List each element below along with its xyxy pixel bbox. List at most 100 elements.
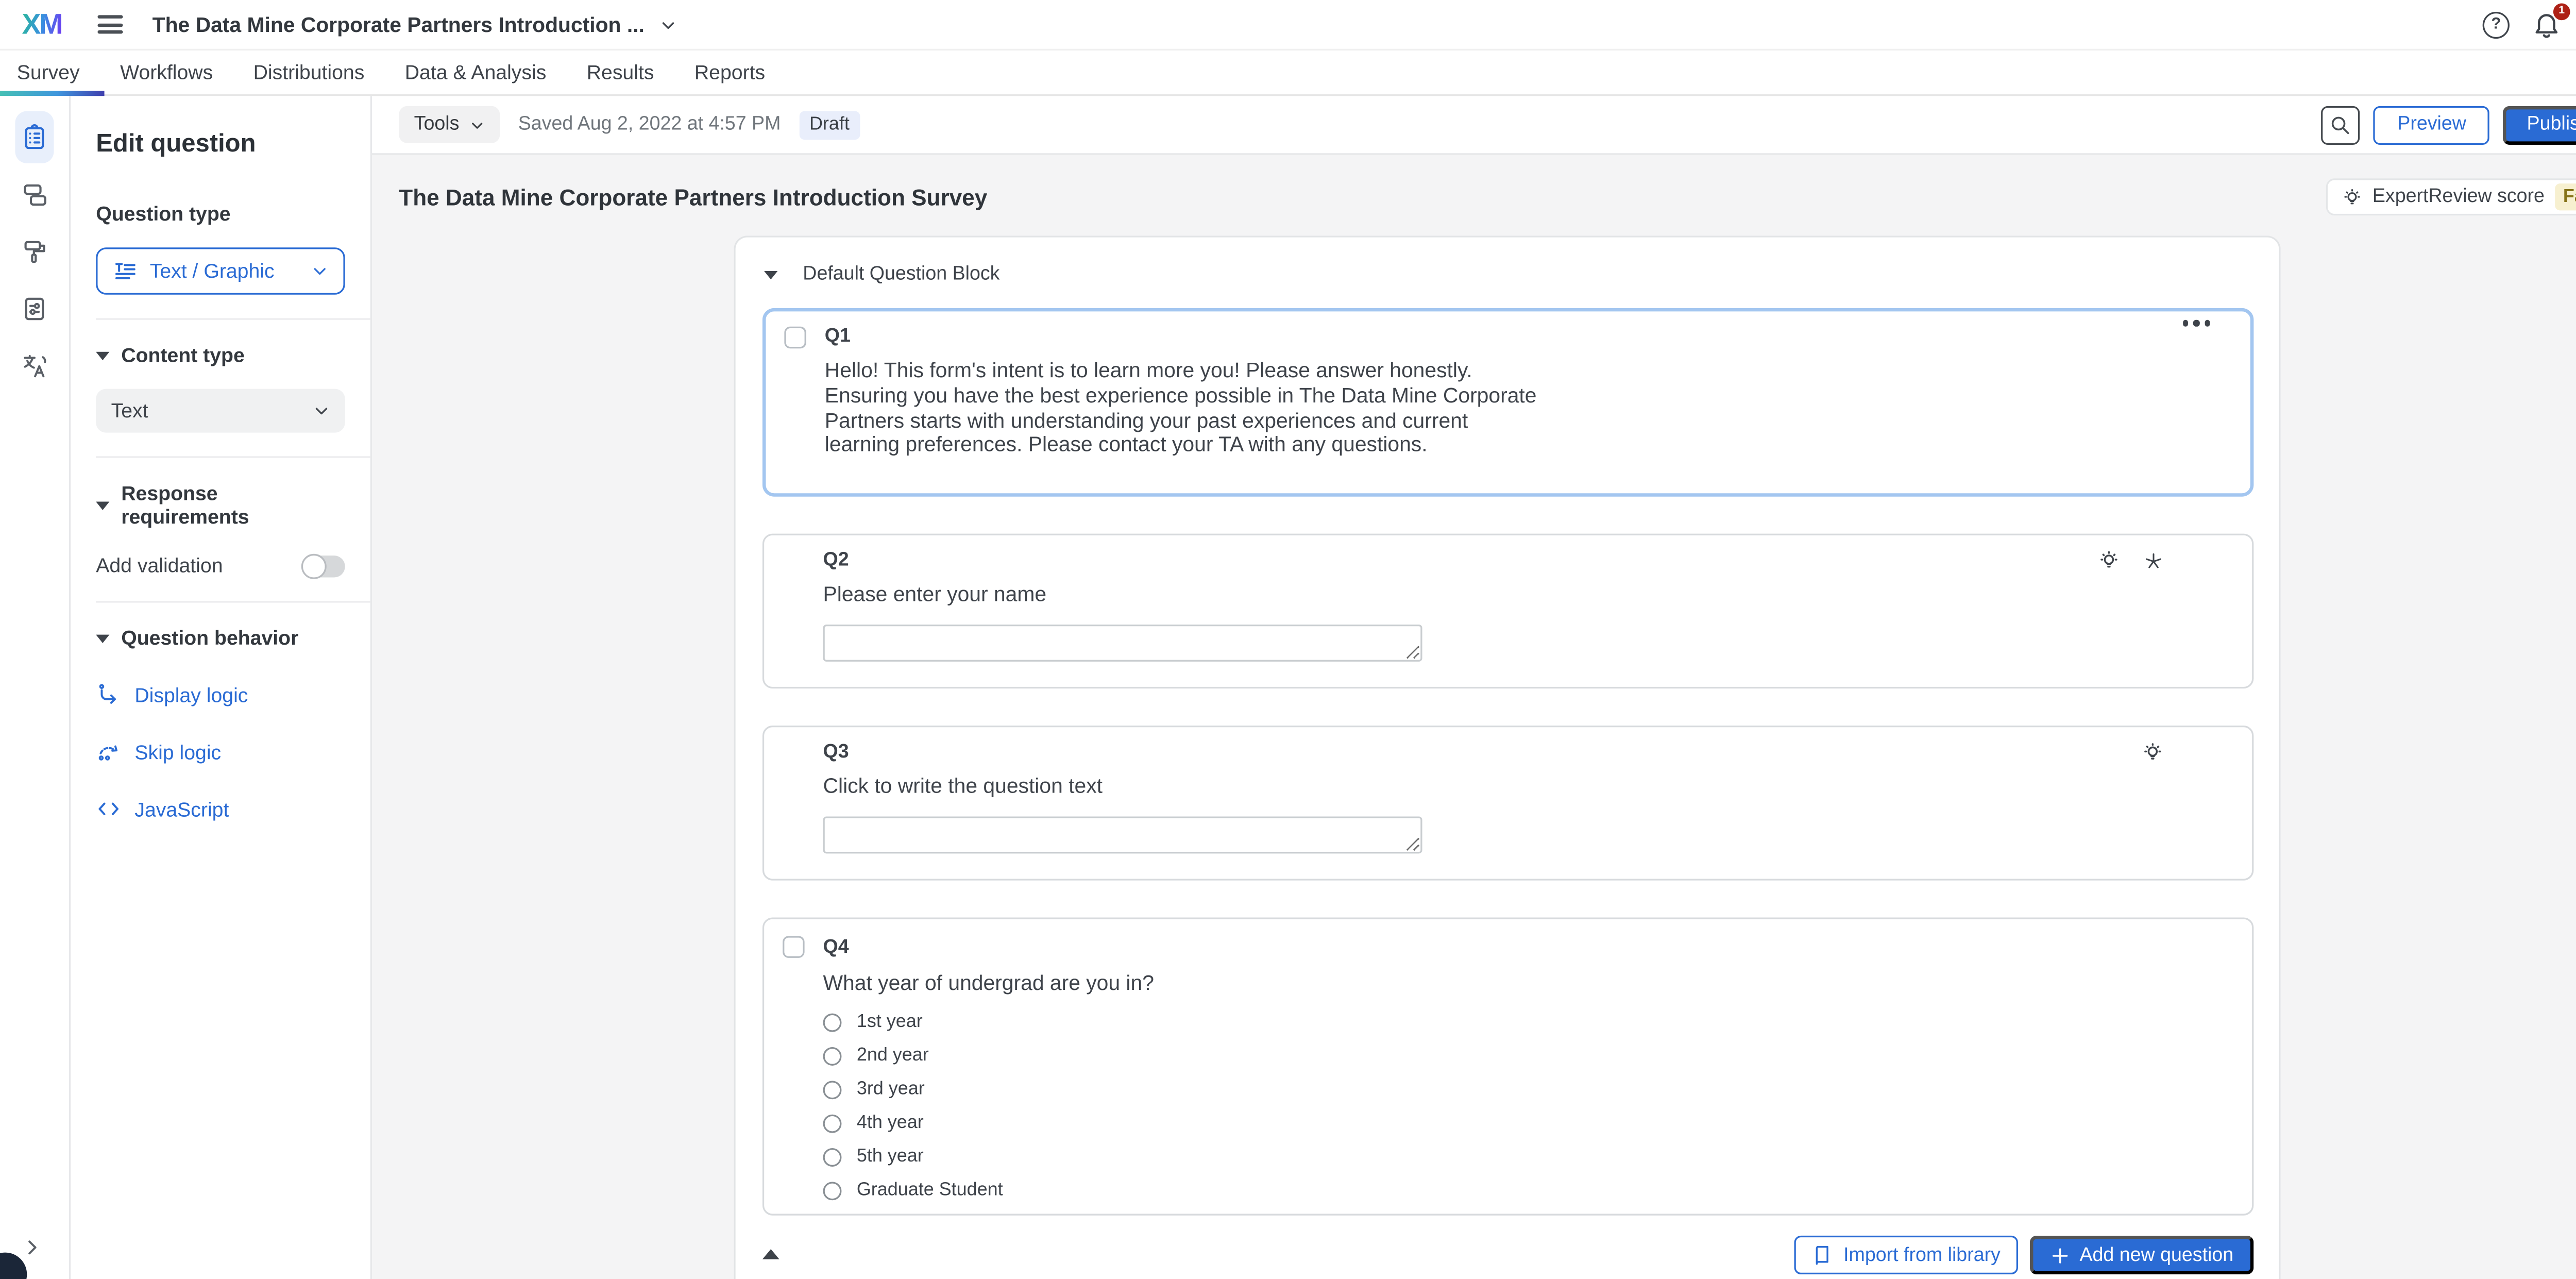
add-validation-toggle[interactable] (303, 554, 345, 576)
active-tab-underline (0, 90, 105, 96)
lightbulb-icon[interactable] (2141, 741, 2164, 764)
radio-icon[interactable] (823, 1013, 842, 1031)
expand-panel-chevron-icon[interactable] (22, 1236, 42, 1259)
main-nav: Survey Workflows Distributions Data & An… (0, 51, 2576, 96)
book-icon (1811, 1244, 1833, 1266)
block-collapse-triangle-icon (764, 270, 777, 278)
question-type-select[interactable]: Text / Graphic (96, 247, 345, 294)
lightbulb-icon[interactable] (2097, 549, 2121, 573)
radio-option[interactable]: 5th year (823, 1147, 1003, 1167)
radio-option[interactable]: Graduate Student (823, 1180, 1003, 1200)
content-type-heading[interactable]: Content type (96, 343, 345, 367)
question-checkbox[interactable] (783, 936, 804, 957)
radio-icon[interactable] (823, 1046, 842, 1065)
publish-button[interactable]: Publish (2503, 105, 2576, 144)
response-requirements-heading[interactable]: Response requirements (96, 481, 345, 528)
radio-option[interactable]: 1st year (823, 1012, 1003, 1032)
question-card-q2[interactable]: Q2 Please enter your name (762, 534, 2253, 689)
skip-logic-link[interactable]: Skip logic (96, 739, 345, 764)
radio-option[interactable]: 3rd year (823, 1079, 1003, 1099)
answer-text-input[interactable] (823, 625, 1422, 662)
expert-review-score-badge: Fair (2555, 183, 2576, 210)
panel-divider (96, 456, 370, 458)
tools-dropdown[interactable]: Tools (399, 106, 500, 143)
question-card-q4[interactable]: Q4 What year of undergrad are you in? 1s… (762, 917, 2253, 1215)
javascript-link[interactable]: JavaScript (96, 796, 345, 821)
radio-icon[interactable] (823, 1181, 842, 1200)
question-checkbox[interactable] (784, 327, 806, 348)
radio-option[interactable]: 4th year (823, 1113, 1003, 1133)
question-text[interactable]: Please enter your name (823, 582, 1537, 607)
tab-data-analysis[interactable]: Data & Analysis (385, 61, 567, 85)
question-type-heading: Question type (96, 202, 345, 226)
text-graphic-icon (113, 258, 138, 283)
rail-survey-builder-icon[interactable] (15, 111, 54, 163)
expert-review-pill[interactable]: ExpertReview score Fair (2325, 178, 2576, 215)
tab-workflows[interactable]: Workflows (100, 61, 233, 85)
notifications-bell-icon[interactable]: 1 (2531, 9, 2562, 40)
lightbulb-icon (2341, 186, 2362, 208)
block-collapse-up-icon[interactable] (762, 1249, 779, 1259)
survey-content: The Data Mine Corporate Partners Introdu… (372, 155, 2576, 1279)
answer-text-input[interactable] (823, 816, 1422, 853)
content-type-value: Text (111, 399, 313, 423)
saved-status-text: Saved Aug 2, 2022 at 4:57 PM (518, 114, 781, 134)
tab-reports[interactable]: Reports (674, 61, 786, 85)
skip-logic-icon (96, 739, 121, 764)
rail-translations-icon[interactable] (15, 347, 54, 385)
question-label: Q2 (823, 550, 849, 570)
main-area: Tools Saved Aug 2, 2022 at 4:57 PM Draft… (372, 96, 2576, 1279)
required-asterisk-icon (2143, 550, 2164, 571)
javascript-icon (96, 796, 121, 821)
panel-divider (96, 318, 370, 319)
radio-option-list: 1st year 2nd year 3rd year 4th year 5th … (823, 1012, 1003, 1214)
survey-page-title: The Data Mine Corporate Partners Introdu… (399, 185, 987, 210)
radio-icon[interactable] (823, 1114, 842, 1132)
xm-logo: XM (22, 8, 61, 41)
radio-icon[interactable] (823, 1147, 842, 1166)
more-options-icon[interactable] (2182, 320, 2210, 326)
rail-look-feel-icon[interactable] (15, 232, 54, 271)
radio-option[interactable]: 2nd year (823, 1046, 1003, 1066)
qualtrics-survey-editor: XM The Data Mine Corporate Partners Intr… (0, 0, 2576, 1279)
tab-survey[interactable]: Survey (17, 61, 100, 85)
chevron-down-icon (469, 117, 484, 132)
survey-name-header: The Data Mine Corporate Partners Introdu… (152, 13, 645, 37)
help-icon[interactable]: ? (2483, 11, 2510, 38)
notification-count-badge: 1 (2553, 3, 2570, 20)
tab-distributions[interactable]: Distributions (233, 61, 384, 85)
search-button[interactable] (2321, 105, 2360, 144)
expert-review-label: ExpertReview score (2372, 187, 2545, 207)
panel-title: Edit question (96, 130, 345, 159)
question-text[interactable]: What year of undergrad are you in? (823, 971, 1537, 996)
question-text[interactable]: Hello! This form's intent is to learn mo… (825, 359, 1538, 458)
radio-icon[interactable] (823, 1080, 842, 1099)
display-logic-link[interactable]: Display logic (96, 682, 345, 707)
block-title: Default Question Block (803, 264, 999, 284)
panel-divider (96, 601, 370, 602)
collapse-triangle-icon (96, 634, 109, 642)
content-type-select[interactable]: Text (96, 389, 345, 433)
chevron-down-icon (311, 263, 328, 280)
add-new-question-button[interactable]: Add new question (2029, 1236, 2253, 1274)
tab-results[interactable]: Results (567, 61, 674, 85)
question-card-q1[interactable]: Q1 Hello! This form's intent is to learn… (762, 308, 2253, 497)
rail-survey-options-icon[interactable] (15, 290, 54, 328)
plus-icon (2049, 1245, 2070, 1265)
top-header: XM The Data Mine Corporate Partners Intr… (0, 0, 2576, 51)
import-from-library-button[interactable]: Import from library (1794, 1236, 2017, 1274)
rail-survey-flow-icon[interactable] (15, 175, 54, 214)
survey-name-chevron-down-icon[interactable] (659, 16, 676, 33)
question-card-q3[interactable]: Q3 Click to write the question text (762, 726, 2253, 881)
question-canvas: Default Question Block Q1 Hello! This fo… (734, 235, 2280, 1279)
question-label: Q1 (825, 327, 851, 347)
draft-status-badge: Draft (799, 110, 859, 139)
question-text[interactable]: Click to write the question text (823, 775, 1537, 799)
collapse-triangle-icon (96, 351, 109, 359)
survey-toolbar: Tools Saved Aug 2, 2022 at 4:57 PM Draft… (372, 96, 2576, 155)
hamburger-menu-icon[interactable] (97, 11, 122, 38)
block-header[interactable]: Default Question Block (736, 264, 2279, 284)
preview-button[interactable]: Preview (2374, 105, 2490, 144)
search-icon (2330, 114, 2352, 136)
question-behavior-heading[interactable]: Question behavior (96, 626, 345, 650)
